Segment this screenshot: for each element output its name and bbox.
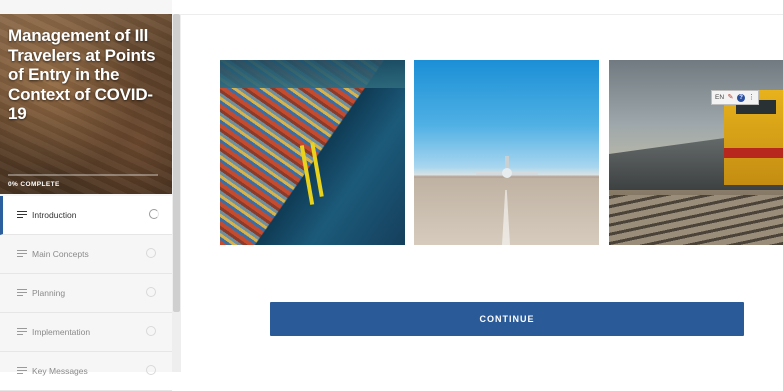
sidebar-item-introduction[interactable]: Introduction [0, 196, 172, 235]
lesson-list: Introduction Main Concepts Planning Impl… [0, 196, 172, 391]
lesson-progress-icon [149, 209, 159, 219]
lesson-progress-icon [146, 365, 156, 375]
airplane-icon [476, 156, 538, 180]
sidebar: Management of Ill Travelers at Points of… [0, 0, 172, 391]
course-title: Management of Ill Travelers at Points of… [8, 26, 156, 123]
sidebar-scrollbar[interactable] [172, 14, 181, 372]
language-widget[interactable]: EN ✎ ? ⋮ [711, 90, 760, 105]
lesson-lines-icon [17, 250, 27, 258]
lesson-progress-icon [146, 287, 156, 297]
progress-bar [8, 174, 158, 176]
lesson-progress-icon [146, 248, 156, 258]
cargo-port-image [220, 60, 405, 245]
lesson-lines-icon [17, 328, 27, 336]
help-icon[interactable]: ? [737, 93, 746, 102]
airport-runway-image [414, 60, 599, 245]
sidebar-item-label: Key Messages [32, 366, 88, 376]
scrollbar-thumb[interactable] [173, 14, 180, 312]
course-hero: Management of Ill Travelers at Points of… [0, 14, 172, 194]
sidebar-item-label: Introduction [32, 210, 77, 220]
lesson-progress-icon [146, 326, 156, 336]
sidebar-item-label: Planning [32, 288, 66, 298]
progress-label: 0% COMPLETE [8, 181, 60, 188]
translate-icon[interactable]: ✎ [727, 94, 734, 101]
header-divider [181, 14, 783, 15]
lesson-lines-icon [17, 211, 27, 219]
lesson-lines-icon [17, 289, 27, 297]
continue-button[interactable]: CONTINUE [270, 302, 744, 336]
sidebar-item-label: Implementation [32, 327, 91, 337]
sidebar-item-planning[interactable]: Planning [0, 274, 172, 313]
language-code[interactable]: EN [715, 94, 724, 101]
sidebar-item-label: Main Concepts [32, 249, 89, 259]
lesson-lines-icon [17, 367, 27, 375]
sidebar-item-implementation[interactable]: Implementation [0, 313, 172, 352]
sidebar-item-main-concepts[interactable]: Main Concepts [0, 235, 172, 274]
more-icon[interactable]: ⋮ [748, 94, 755, 101]
freight-train-image [609, 60, 783, 245]
